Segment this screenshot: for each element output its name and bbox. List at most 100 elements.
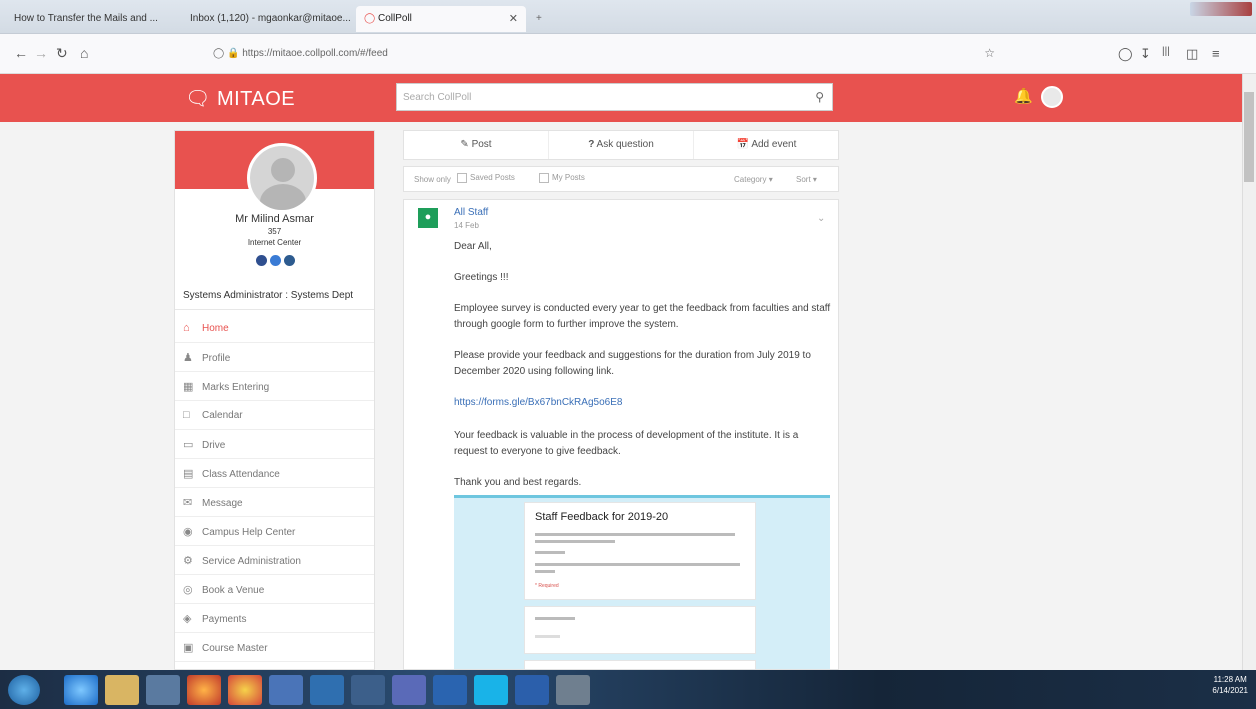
brand-logo[interactable]: 🗨 MITAOE (185, 86, 295, 111)
back-icon[interactable]: ← (14, 45, 28, 61)
firefox-icon[interactable] (187, 675, 221, 705)
reload-icon[interactable]: ↻ (56, 45, 68, 62)
facebook-icon[interactable] (256, 255, 267, 266)
building-icon: ● (418, 208, 438, 228)
post-author[interactable]: All Staff (454, 207, 488, 218)
collpoll-tab-icon: ◯ (364, 13, 376, 24)
sidebar-item-course-master[interactable]: ▣ Course Master (175, 633, 374, 662)
location-icon: ◎ (183, 584, 193, 596)
library-icon[interactable]: ||| (1162, 46, 1170, 57)
sidebar-item-label: Profile (202, 353, 231, 364)
tab-transfer-mails[interactable]: How to Transfer the Mails and ... (6, 6, 176, 32)
tab-inbox[interactable]: Inbox (1,120) - mgaonkar@mitaoe... (182, 6, 352, 32)
form-preview-image[interactable]: Staff Feedback for 2019-20 * Required (454, 495, 830, 669)
add-event-button[interactable]: 📅 Add event (694, 131, 839, 159)
app-icon[interactable] (351, 675, 385, 705)
profile-name[interactable]: Mr Milind Asmar (175, 213, 374, 225)
app-icon[interactable] (556, 675, 590, 705)
start-button[interactable] (8, 675, 40, 705)
feed-filters: Show only Saved Posts My Posts Category … (403, 166, 839, 192)
app-icon[interactable] (269, 675, 303, 705)
feed-post: ● All Staff 14 Feb ⌄ Dear All, Greetings… (403, 199, 839, 670)
chevron-down-icon[interactable]: ⌄ (817, 213, 825, 224)
skype-icon[interactable] (474, 675, 508, 705)
sidebar-item-label: Class Attendance (202, 469, 280, 480)
message-icon: ✉ (183, 497, 193, 509)
folder-icon: ▭ (183, 439, 194, 451)
sidebar-item-label: Marks Entering (202, 382, 270, 393)
close-tab-icon[interactable]: ✕ (509, 12, 518, 25)
ask-question-button[interactable]: ? Ask question (549, 131, 694, 159)
tab-collpoll[interactable]: ◯ CollPoll ✕ (356, 6, 526, 32)
linkedin-icon[interactable] (284, 255, 295, 266)
outlook-icon[interactable] (433, 675, 467, 705)
sidebar-item-label: Service Administration (202, 556, 301, 567)
sidebar-item-payments[interactable]: ◈ Payments (175, 604, 374, 633)
browser-tab-bar: How to Transfer the Mails and ... Inbox … (0, 0, 1256, 34)
file-explorer-icon[interactable] (105, 675, 139, 705)
browser-nav-bar: ← → ↻ ⌂ ◯ 🔒 https://mitaoe.collpoll.com/… (0, 34, 1256, 74)
sidebar-item-message[interactable]: ✉ Message (175, 488, 374, 517)
word-icon[interactable] (515, 675, 549, 705)
course-icon: ▣ (183, 642, 194, 654)
category-dropdown[interactable]: Category ▾ (734, 175, 773, 184)
attendance-icon: ▤ (183, 468, 194, 480)
forward-icon[interactable]: → (34, 45, 48, 61)
divider (175, 309, 374, 310)
sidebar-item-service-administration[interactable]: ⚙ Service Administration (175, 546, 374, 575)
my-posts-checkbox[interactable]: My Posts (536, 173, 585, 183)
chrome-icon[interactable] (228, 675, 262, 705)
form-question-card (524, 660, 756, 669)
twitter-icon[interactable] (270, 255, 281, 266)
address-bar[interactable]: ◯ 🔒 https://mitaoe.collpoll.com/#/feed ☆ (205, 40, 995, 68)
user-avatar[interactable] (1041, 86, 1063, 108)
post-button[interactable]: ✎ Post (404, 131, 549, 159)
sidebar-item-profile[interactable]: ♟ Profile (175, 343, 374, 372)
search-icon[interactable]: ⚲ (815, 90, 824, 104)
post-link[interactable]: https://forms.gle/Bx67bnCkRAg5o6E8 (454, 395, 834, 411)
system-tray-clock[interactable]: 11:28 AM 6/14/2021 (1212, 674, 1248, 696)
profile-avatar[interactable] (247, 143, 317, 213)
sidebar-item-book-a-venue[interactable]: ◎ Book a Venue (175, 575, 374, 604)
url-text: https://mitaoe.collpoll.com/#/feed (242, 48, 388, 59)
post-date: 14 Feb (454, 221, 479, 230)
sidebar-item-campus-help-center[interactable]: ◉ Campus Help Center (175, 517, 374, 546)
app-icon[interactable] (392, 675, 426, 705)
sort-dropdown[interactable]: Sort ▾ (796, 175, 817, 184)
user-icon: ♟ (183, 352, 193, 364)
media-player-icon[interactable] (146, 675, 180, 705)
form-title: Staff Feedback for 2019-20 (535, 511, 669, 523)
profile-card: Mr Milind Asmar 357 Internet Center Syst… (174, 130, 375, 670)
search-input[interactable]: Search CollPoll ⚲ (396, 83, 833, 111)
bookmark-star-icon[interactable]: ☆ (984, 46, 995, 60)
app-header: 🗨 MITAOE Search CollPoll ⚲ 🔔 (0, 74, 1242, 122)
sidebar-item-label: Course Master (202, 643, 268, 654)
new-tab-button[interactable]: + (528, 6, 558, 32)
pencil-icon: ✎ (460, 139, 469, 150)
scrollbar-thumb[interactable] (1244, 92, 1254, 182)
saved-posts-checkbox[interactable]: Saved Posts (454, 173, 515, 183)
form-header-card: Staff Feedback for 2019-20 * Required (524, 502, 756, 600)
profile-department: Internet Center (247, 238, 302, 247)
social-links (256, 253, 300, 266)
download-icon[interactable]: ↧ (1140, 46, 1151, 62)
sidebar-item-label: Drive (202, 440, 226, 451)
sidebar-item-drive[interactable]: ▭ Drive (175, 430, 374, 459)
app-icon[interactable] (310, 675, 344, 705)
bell-icon[interactable]: 🔔 (1014, 87, 1033, 105)
sidebar-icon[interactable]: ◫ (1186, 46, 1198, 62)
home-icon[interactable]: ⌂ (80, 45, 88, 61)
help-icon: ◉ (183, 526, 193, 538)
payments-icon: ◈ (183, 613, 192, 625)
sidebar-item-class-attendance[interactable]: ▤ Class Attendance (175, 459, 374, 488)
calendar-icon: □ (183, 409, 190, 421)
pocket-icon[interactable]: ◯ (1118, 46, 1133, 62)
form-question-card (524, 606, 756, 654)
sidebar-item-home[interactable]: ⌂ Home (175, 314, 374, 343)
menu-icon[interactable]: ≡ (1212, 46, 1220, 61)
window-controls[interactable] (1190, 2, 1252, 16)
sidebar-item-calendar[interactable]: □ Calendar (175, 401, 374, 430)
home-icon: ⌂ (183, 322, 190, 334)
internet-explorer-icon[interactable] (64, 675, 98, 705)
sidebar-item-marks-entering[interactable]: ▦ Marks Entering (175, 372, 374, 401)
